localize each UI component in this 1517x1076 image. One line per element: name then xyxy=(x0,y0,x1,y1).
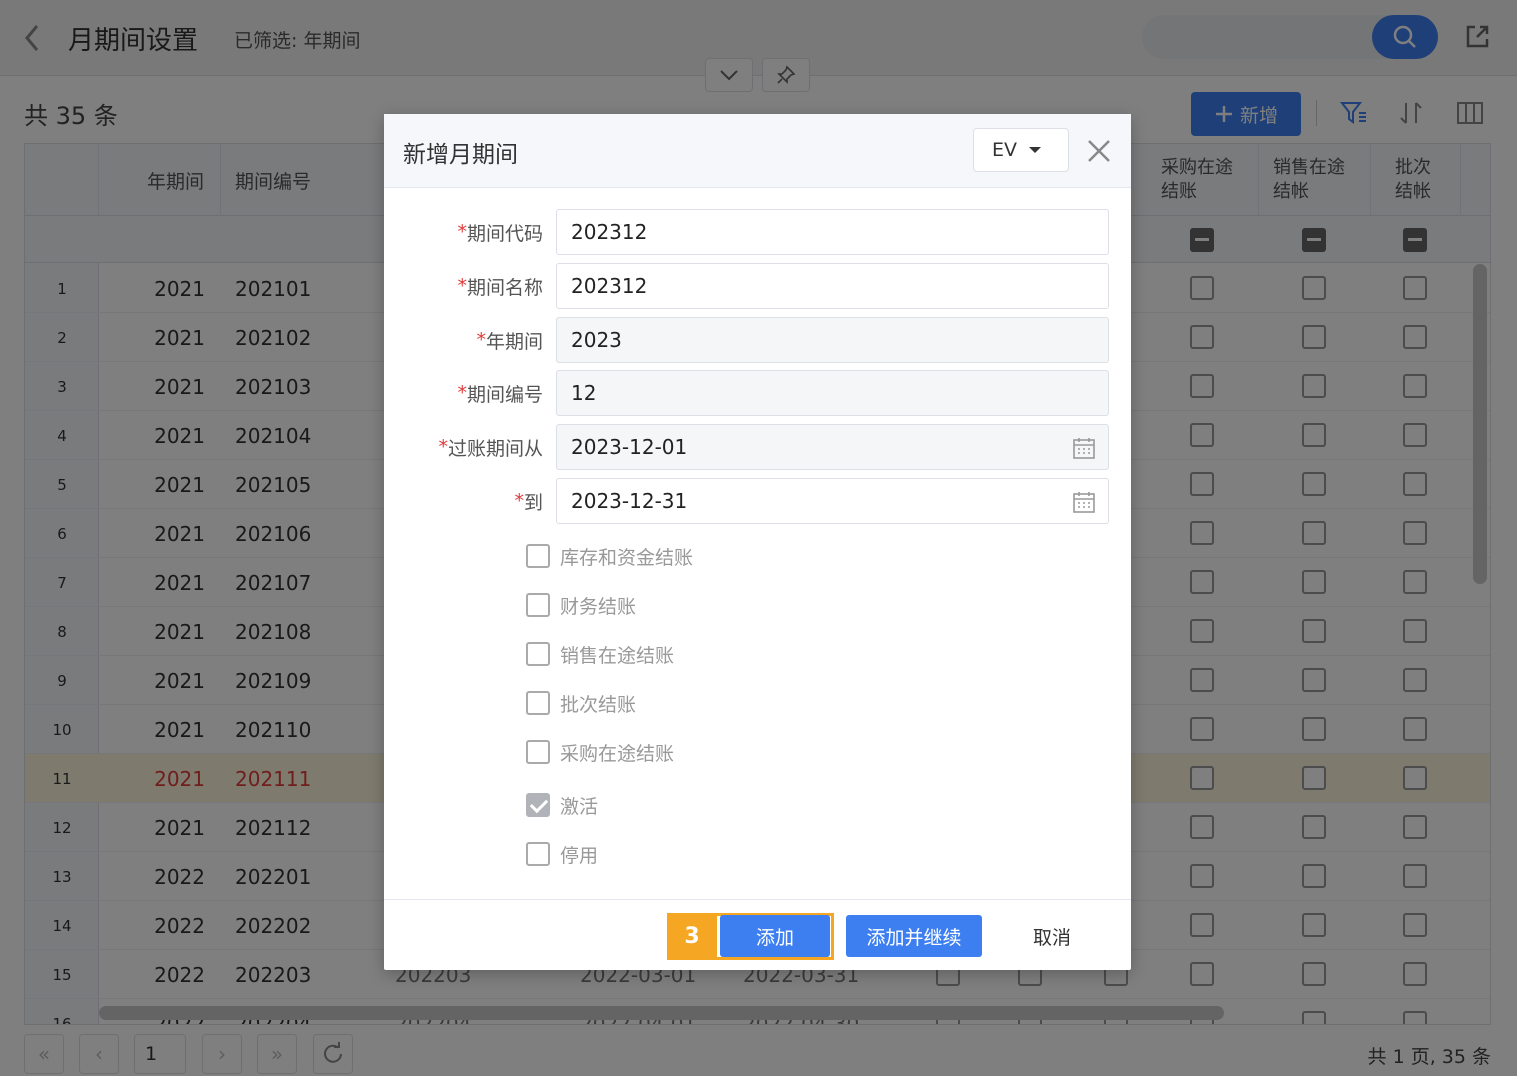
form-row: * 期间代码 202312 xyxy=(384,209,1131,255)
add-and-continue-button[interactable]: 添加并继续 xyxy=(846,915,982,957)
field-label: * 期间名称 xyxy=(457,263,543,309)
required-marker: * xyxy=(514,490,524,512)
checkbox[interactable] xyxy=(526,642,550,666)
field-label-text: 期间名称 xyxy=(466,276,543,299)
field-input[interactable]: 202312 xyxy=(556,209,1109,255)
checkbox-option[interactable]: 激活 xyxy=(526,790,598,820)
checkbox-option[interactable]: 停用 xyxy=(526,839,598,869)
field-label-text: 年期间 xyxy=(485,330,543,353)
checkbox-option[interactable]: 销售在途结账 xyxy=(526,639,674,669)
field-input[interactable]: 202312 xyxy=(556,263,1109,309)
field-value: 2023-12-31 xyxy=(571,489,688,513)
field-label-text: 过账期间从 xyxy=(447,437,543,460)
checkbox-label: 库存和资金结账 xyxy=(560,546,694,569)
field-label: * 到 xyxy=(514,478,543,524)
required-marker: * xyxy=(457,275,467,297)
close-icon[interactable] xyxy=(1084,136,1114,166)
checkbox[interactable] xyxy=(526,691,550,715)
checkbox[interactable] xyxy=(526,593,550,617)
checkbox-option[interactable]: 财务结账 xyxy=(526,590,636,620)
dialog-footer: 3 添加 添加并继续 取消 xyxy=(384,899,1131,970)
field-input[interactable]: 2023-12-31 xyxy=(556,478,1109,524)
checkbox-label: 财务结账 xyxy=(560,595,637,618)
field-label-text: 期间编号 xyxy=(466,383,543,406)
field-label: * 过账期间从 xyxy=(438,424,543,470)
add-period-dialog: 新增月期间 EV * 期间代码 202312 * 期间名称 202312 * 年期间 2023 *… xyxy=(384,114,1131,970)
field-label: * 期间编号 xyxy=(457,370,543,416)
checkbox-label: 停用 xyxy=(560,844,599,867)
field-label-text: 到 xyxy=(523,491,543,514)
checkbox-label: 采购在途结账 xyxy=(560,742,675,765)
language-select[interactable]: EV xyxy=(973,128,1069,172)
field-value: 2023 xyxy=(571,328,622,352)
form-row: * 期间编号 12 xyxy=(384,370,1131,416)
field-input[interactable]: 2023 xyxy=(556,317,1109,363)
form-row: * 过账期间从 2023-12-01 xyxy=(384,424,1131,470)
language-value: EV xyxy=(992,139,1018,161)
calendar-icon[interactable] xyxy=(1072,490,1096,514)
checkbox-option[interactable]: 采购在途结账 xyxy=(526,737,674,767)
form-row: * 年期间 2023 xyxy=(384,317,1131,363)
checkbox-option[interactable]: 库存和资金结账 xyxy=(526,541,693,571)
step-badge: 3 xyxy=(667,913,717,960)
field-label: * 期间代码 xyxy=(457,209,543,255)
caret-down-icon xyxy=(1029,147,1042,153)
field-input[interactable]: 2023-12-01 xyxy=(556,424,1109,470)
checkbox[interactable] xyxy=(526,793,550,817)
add-button[interactable]: 添加 xyxy=(720,915,830,957)
required-marker: * xyxy=(438,436,448,458)
calendar-icon[interactable] xyxy=(1072,436,1096,460)
checkbox[interactable] xyxy=(526,842,550,866)
field-value: 12 xyxy=(571,381,597,405)
field-input[interactable]: 12 xyxy=(556,370,1109,416)
required-marker: * xyxy=(476,329,486,351)
cancel-button[interactable]: 取消 xyxy=(1004,915,1100,957)
required-marker: * xyxy=(457,221,467,243)
checkbox-label: 激活 xyxy=(560,795,599,818)
checkbox-option[interactable]: 批次结账 xyxy=(526,688,636,718)
dialog-header: 新增月期间 EV xyxy=(384,114,1131,188)
checkbox[interactable] xyxy=(526,544,550,568)
form-row: * 期间名称 202312 xyxy=(384,263,1131,309)
field-value: 2023-12-01 xyxy=(571,435,688,459)
checkbox[interactable] xyxy=(526,740,550,764)
dialog-title: 新增月期间 xyxy=(403,142,518,168)
field-value: 202312 xyxy=(571,274,648,298)
required-marker: * xyxy=(457,382,467,404)
field-value: 202312 xyxy=(571,220,648,244)
checkbox-label: 销售在途结账 xyxy=(560,644,675,667)
checkbox-label: 批次结账 xyxy=(560,693,637,716)
field-label: * 年期间 xyxy=(476,317,543,363)
form-row: * 到 2023-12-31 xyxy=(384,478,1131,524)
field-label-text: 期间代码 xyxy=(466,222,543,245)
